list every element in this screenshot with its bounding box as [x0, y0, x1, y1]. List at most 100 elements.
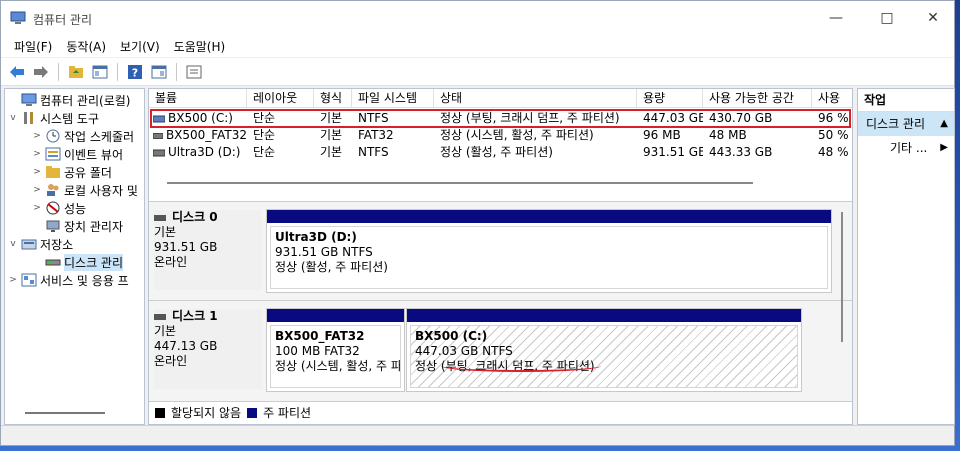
help-icon: ?	[128, 64, 142, 79]
tree-label: 장치 관리자	[64, 219, 124, 234]
partition-ultra3d[interactable]: Ultra3D (D:) 931.51 GB NTFS 정상 (활성, 주 파티…	[266, 209, 832, 293]
free-space-cell: 443.33 GB	[709, 145, 773, 159]
tree-item-storage[interactable]: v 저장소	[7, 235, 73, 253]
legend-unallocated: 할당되지 않음	[171, 406, 242, 420]
toolbar-separator	[58, 62, 59, 81]
partition-fs: 447.03 GB NTFS	[415, 344, 513, 358]
chevron-right-icon[interactable]: >	[31, 203, 43, 213]
free-space-cell: 48 MB	[709, 128, 747, 142]
menu-action[interactable]: 동작(A)	[59, 38, 113, 55]
horizontal-scrollbar[interactable]	[25, 412, 105, 414]
legend-primary-partition: 주 파티션	[263, 406, 312, 420]
volume-name: Ultra3D (D:)	[168, 145, 241, 159]
column-header-file-system[interactable]: 파일 시스템	[352, 89, 434, 108]
menu-file[interactable]: 파일(F)	[7, 38, 59, 55]
percent-free-cell: 50 %	[818, 128, 849, 142]
tree-item-task-scheduler[interactable]: > 작업 스케줄러	[31, 127, 134, 145]
chevron-right-icon[interactable]: >	[31, 131, 43, 141]
disk-0-info[interactable]: 디스크 0 기본 931.51 GB 온라인	[154, 210, 262, 290]
tree-label: 작업 스케줄러	[64, 129, 135, 144]
column-header-free-space[interactable]: 사용 가능한 공간	[703, 89, 812, 108]
folder-up-icon	[69, 65, 83, 78]
tree-label: 로컬 사용자 및	[64, 183, 138, 198]
show-hide-console-tree-button[interactable]	[90, 62, 110, 82]
computer-icon	[21, 93, 37, 106]
chevron-right-icon[interactable]: >	[31, 167, 43, 177]
type-cell: 기본	[320, 128, 343, 142]
graph-vertical-scrollbar[interactable]	[841, 212, 843, 342]
actions-more[interactable]: 기타 ... ▶	[858, 136, 954, 160]
close-button[interactable]: ✕	[910, 1, 956, 35]
tree-item-event-viewer[interactable]: > 이벤트 뷰어	[31, 145, 123, 163]
chevron-right-icon[interactable]: >	[31, 185, 43, 195]
back-button[interactable]	[7, 62, 27, 82]
primary-partition-bar	[267, 309, 404, 322]
actions-section-disk-management[interactable]: 디스크 관리 ▲	[858, 112, 954, 136]
layout-cell: 단순	[253, 128, 276, 142]
capacity-cell: 96 MB	[643, 128, 681, 142]
back-arrow-icon	[10, 65, 24, 78]
svg-text:?: ?	[132, 66, 138, 79]
tree-label: 저장소	[40, 237, 74, 252]
properties-button[interactable]	[184, 62, 204, 82]
console-tree: 컴퓨터 관리(로컬) v 시스템 도구 > 작업 스케줄러 > 이벤트 뷰어 >…	[4, 88, 145, 425]
chevron-down-icon[interactable]: v	[7, 113, 19, 123]
partition-name: BX500 (C:)	[415, 329, 488, 343]
disk-status: 온라인	[154, 255, 188, 269]
tree-item-system-tools[interactable]: v 시스템 도구	[7, 109, 99, 127]
forward-arrow-icon	[34, 65, 48, 78]
actions-more-label: 기타 ...	[890, 141, 928, 155]
partition-body: Ultra3D (D:) 931.51 GB NTFS 정상 (활성, 주 파티…	[270, 226, 828, 289]
table-row[interactable]: Ultra3D (D:) 단순 기본 NTFS 정상 (활성, 주 파티션) 9…	[149, 144, 852, 161]
actions-header: 작업	[858, 89, 954, 112]
disk-size: 931.51 GB	[154, 240, 218, 254]
volume-list-header: 볼륨 레이아웃 형식 파일 시스템 상태 용량 사용 가능한 공간 사용	[149, 89, 852, 108]
partition-bx500-c[interactable]: BX500 (C:) 447.03 GB NTFS 정상 (부팅, 크래시 덤프…	[406, 308, 802, 392]
tree-item-disk-management[interactable]: 디스크 관리	[31, 253, 124, 271]
scheduler-icon	[46, 129, 60, 143]
tree-item-local-users[interactable]: > 로컬 사용자 및	[31, 181, 138, 199]
storage-icon	[21, 239, 37, 250]
column-header-capacity[interactable]: 용량	[637, 89, 703, 108]
column-header-layout[interactable]: 레이아웃	[247, 89, 314, 108]
chevron-down-icon[interactable]: v	[7, 239, 19, 249]
tree-item-device-manager[interactable]: 장치 관리자	[31, 217, 123, 235]
tree-item-shared-folders[interactable]: > 공유 폴더	[31, 163, 112, 181]
disk-management-pane: 볼륨 레이아웃 형식 파일 시스템 상태 용량 사용 가능한 공간 사용 BX5…	[148, 88, 853, 425]
maximize-button[interactable]: □	[864, 1, 910, 35]
help-button[interactable]: ?	[125, 62, 145, 82]
up-folder-button[interactable]	[66, 62, 86, 82]
column-header-percent-free[interactable]: 사용	[812, 89, 852, 108]
tree-label: 시스템 도구	[40, 111, 100, 126]
toolbar-separator	[117, 62, 118, 81]
column-header-type[interactable]: 형식	[314, 89, 352, 108]
collapse-up-icon[interactable]: ▲	[940, 112, 948, 136]
tree-item-performance[interactable]: > 성능	[31, 199, 86, 217]
chevron-right-icon[interactable]: >	[7, 275, 19, 285]
column-header-volume[interactable]: 볼륨	[149, 89, 247, 108]
primary-partition-bar	[267, 210, 831, 223]
volume-list-scrollbar[interactable]	[167, 182, 753, 184]
disk-1-info[interactable]: 디스크 1 기본 447.13 GB 온라인	[154, 309, 262, 389]
device-manager-icon	[46, 220, 60, 232]
disk-management-icon	[45, 259, 61, 266]
performance-icon	[46, 201, 60, 215]
tree-item-services-applications[interactable]: > 서비스 및 응용 프	[7, 271, 129, 289]
column-header-status[interactable]: 상태	[434, 89, 637, 108]
menu-help[interactable]: 도움말(H)	[167, 38, 233, 55]
tools-icon	[24, 112, 33, 124]
menu-view[interactable]: 보기(V)	[113, 38, 167, 55]
tree-label: 서비스 및 응용 프	[40, 273, 129, 288]
file-system-cell: FAT32	[358, 128, 394, 142]
tree-label: 컴퓨터 관리(로컬)	[40, 93, 131, 108]
tree-item-computer-management[interactable]: 컴퓨터 관리(로컬)	[7, 91, 130, 109]
volume-name: BX500_FAT32	[165, 128, 247, 142]
minimize-button[interactable]: —	[813, 1, 859, 35]
table-row[interactable]: BX500_FAT32 단순 기본 FAT32 정상 (시스템, 활성, 주 파…	[149, 127, 852, 144]
disk-type: 기본	[154, 225, 177, 239]
partition-bx500-fat32[interactable]: BX500_FAT32 100 MB FAT32 정상 (시스템, 활성, 주 …	[266, 308, 405, 392]
partition-status: 정상 (활성, 주 파티션)	[275, 260, 388, 274]
chevron-right-icon[interactable]: >	[31, 149, 43, 159]
forward-button[interactable]	[31, 62, 51, 82]
show-hide-action-pane-button[interactable]	[149, 62, 169, 82]
